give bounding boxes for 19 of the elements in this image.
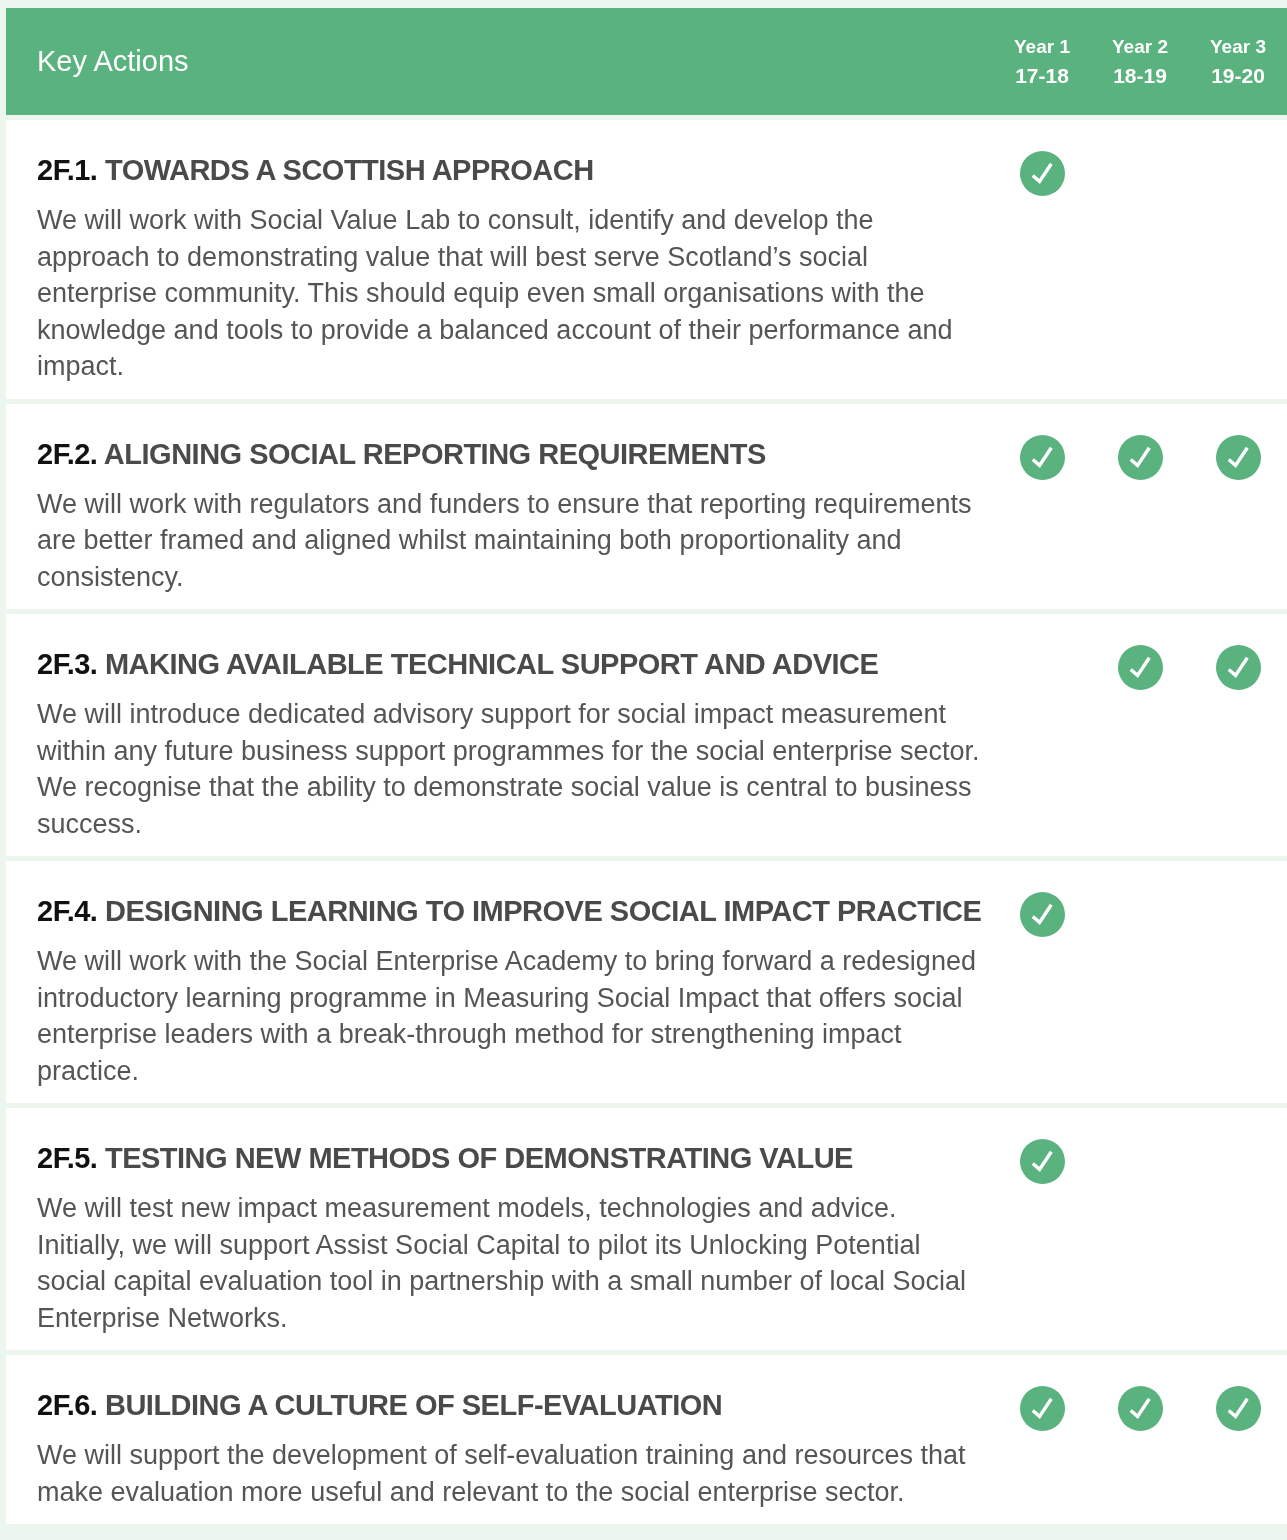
header-title: Key Actions (37, 44, 189, 77)
action-description: We will support the development of self-evaluation training and resources that make evaluation more useful and relevant to the social enterprise sector. (37, 1439, 967, 1509)
action-title: 2F.6. BUILDING A CULTURE OF SELF-EVALUATION (37, 1388, 724, 1423)
column-period: 17-18 (1015, 62, 1069, 89)
action-description: We will work with the Social Enterprise Academy to bring forward a redesigned introductory learning programme in Measuring Social Impact that offers social enterprise leaders with a break-through method for strengthening impact practice. (37, 945, 977, 1088)
action-title: 2F.1. TOWARDS A SCOTTISH APPROACH (37, 153, 595, 188)
action-title: 2F.5. TESTING NEW METHODS OF DEMONSTRATING VALUE (37, 1141, 854, 1176)
action-title: 2F.3. MAKING AVAILABLE TECHNICAL SUPPORT AND ADVICE (37, 647, 880, 682)
action-title: 2F.4. DESIGNING LEARNING TO IMPROVE SOCIAL IMPACT PRACTICE (37, 894, 983, 929)
action-description: We will test new impact measurement models, technologies and advice. Initially, we will support Assist Social Capital to pilot its Unlocking Potential social capital evaluation tool in partnership with a small number of local Social Enterprise Networks. (37, 1192, 967, 1335)
column-year: Year 2 (1112, 34, 1168, 59)
column-year: Year 3 (1210, 34, 1266, 59)
action-description: We will introduce dedicated advisory support for social impact measurement within any future business support programmes for the social enterprise sector. We recognise that the ability to demonstrate social value is central to business success. (37, 698, 981, 841)
action-title: 2F.2. ALIGNING SOCIAL REPORTING REQUIREMENTS (37, 436, 767, 472)
column-year: Year 1 (1014, 34, 1070, 59)
action-description: We will work with regulators and funders to ensure that reporting requirements are better framed and aligned whilst maintaining both proportionality and consistency. (37, 487, 973, 594)
column-period: 18-19 (1113, 62, 1167, 89)
action-description: We will work with Social Value Lab to consult, identify and develop the approach to demonstrating value that will best serve Scotland’s social enterprise community. This should equip even small organisations with the knowledge and tools to provide a balanced account of their performance and impact. (37, 204, 954, 383)
column-period: 19-20 (1211, 62, 1265, 89)
